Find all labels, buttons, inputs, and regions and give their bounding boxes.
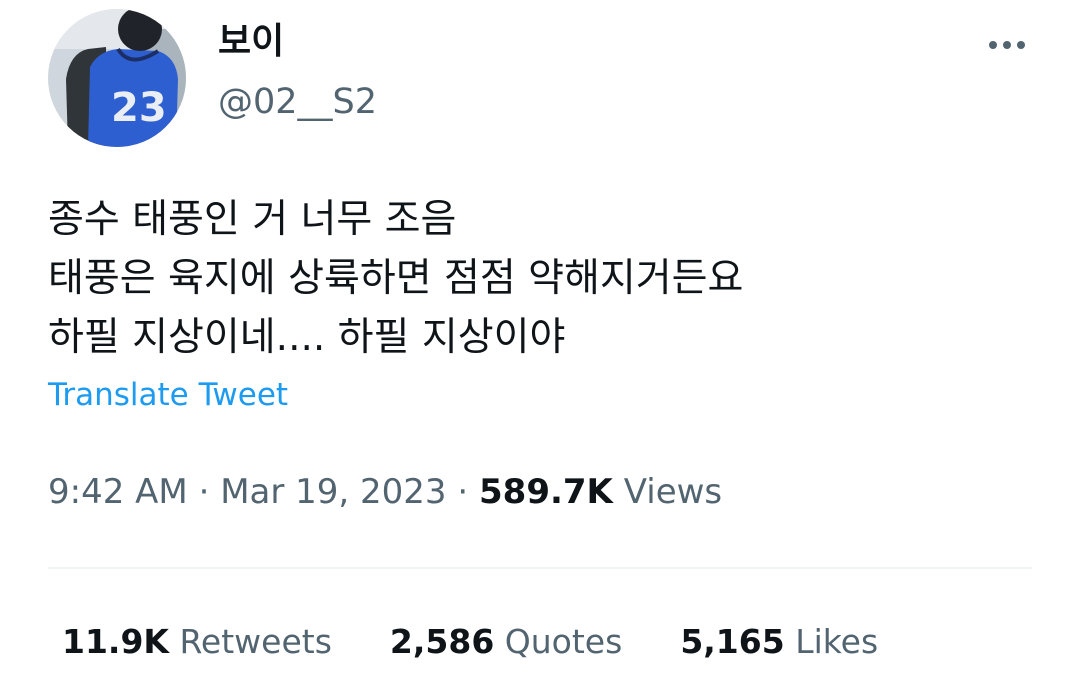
tweet-text-line: 태풍은 육지에 상륙하면 점점 약해지거든요 — [48, 256, 744, 301]
tweet-date[interactable]: Mar 19, 2023 — [220, 472, 446, 512]
likes-count: 5,165 — [680, 622, 785, 661]
tweet-detail: 23 보이 @02__S2 종수 태풍인 거 너무 조음 태풍은 육지에 상륙하… — [0, 0, 1080, 690]
translate-tweet-link[interactable]: Translate Tweet — [48, 373, 288, 417]
engagement-stats: 11.9K Retweets 2,586 Quotes 5,165 Likes — [62, 618, 936, 666]
tweet-text-line: 하필 지상이네.... 하필 지상이야 — [48, 315, 566, 360]
views-label: Views — [612, 472, 723, 512]
display-name[interactable]: 보이 — [218, 18, 284, 66]
tweet-meta: 9:42 AM · Mar 19, 2023 · 589.7K Views — [48, 468, 722, 516]
user-handle[interactable]: @02__S2 — [218, 80, 377, 124]
retweets-count: 11.9K — [62, 622, 169, 661]
more-options-icon[interactable] — [978, 30, 1036, 60]
likes-label: Likes — [784, 622, 879, 661]
tweet-text: 종수 태풍인 거 너무 조음 태풍은 육지에 상륙하면 점점 약해지거든요 하필… — [48, 190, 1038, 367]
divider — [48, 567, 1032, 569]
meta-separator: · — [187, 472, 221, 512]
tweet-text-line: 종수 태풍인 거 너무 조음 — [48, 197, 457, 242]
quotes-label: Quotes — [494, 622, 623, 661]
quotes-count: 2,586 — [389, 622, 495, 661]
retweets-stat[interactable]: 11.9K Retweets — [62, 618, 332, 666]
tweet-time[interactable]: 9:42 AM — [48, 472, 188, 512]
avatar-jersey-number: 23 — [111, 85, 167, 131]
views-count: 589.7K — [479, 472, 613, 512]
likes-stat[interactable]: 5,165 Likes — [680, 618, 878, 666]
quotes-stat[interactable]: 2,586 Quotes — [390, 618, 622, 666]
avatar[interactable]: 23 — [48, 9, 186, 147]
meta-separator: · — [446, 472, 480, 512]
avatar-image: 23 — [48, 9, 186, 147]
retweets-label: Retweets — [169, 622, 332, 661]
